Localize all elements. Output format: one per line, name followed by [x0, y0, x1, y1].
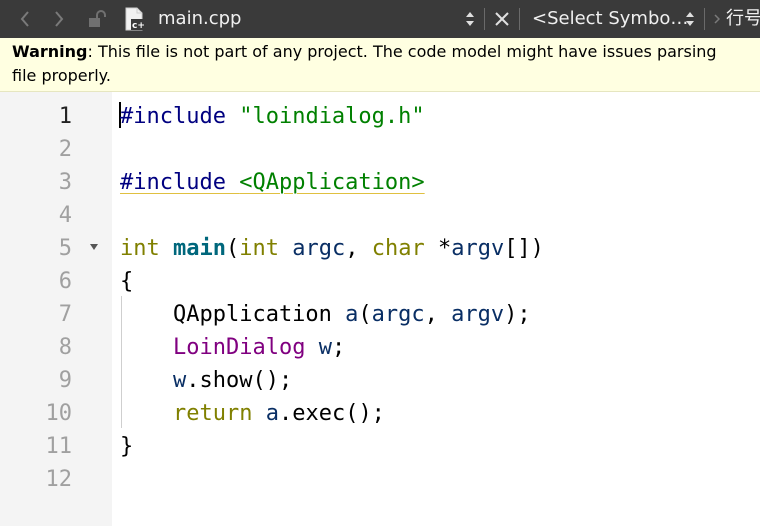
close-icon [495, 12, 509, 26]
code-token: , [345, 236, 372, 261]
line-number[interactable]: 3 [0, 166, 72, 199]
fold-toggle[interactable] [88, 230, 100, 263]
code-token: } [120, 434, 134, 459]
code-token: a [265, 401, 279, 426]
code-token: * [424, 236, 452, 261]
line-number[interactable]: 2 [0, 133, 72, 166]
line-number[interactable]: 7 [0, 298, 72, 331]
symbol-select-dropdown[interactable] [682, 0, 698, 38]
code-token: a [345, 302, 359, 327]
code-token: LoinDialog [172, 335, 306, 360]
code-line[interactable]: } [120, 430, 133, 463]
updown-icon [466, 12, 474, 26]
cpp-file-icon: c+ [125, 7, 145, 31]
toolbar-separator [519, 8, 520, 30]
warning-line-2: file properly. [12, 66, 111, 85]
code-token: main [173, 236, 226, 261]
code-line[interactable]: w.show(); [120, 364, 292, 397]
warning-label: Warning [12, 42, 88, 61]
editor-toolbar: c+ main.cpp <Select Symbo… 行号 [0, 0, 760, 38]
code-token: argv [451, 302, 505, 327]
chevron-left-icon [20, 11, 29, 27]
code-token: []) [504, 236, 544, 261]
file-select-dropdown[interactable] [462, 0, 478, 38]
code-token: int [120, 236, 160, 261]
go-back-button[interactable] [14, 0, 36, 38]
code-token: .exec(); [278, 401, 385, 426]
code-token: argc [371, 302, 425, 327]
line-number[interactable]: 12 [0, 463, 73, 496]
code-token: argv [451, 236, 505, 261]
code-token: #include [120, 170, 240, 195]
unlock-icon [89, 10, 106, 27]
code-editor[interactable]: 1 2 3 4 5 6 7 8 9 10 11 12 #include "loindialog.h" #… [0, 92, 760, 526]
code-token: QApplication [120, 302, 346, 327]
code-token: argc [292, 236, 346, 261]
code-line[interactable]: LoinDialog w; [120, 331, 345, 364]
warning-message: : This file is not part of any project. … [87, 42, 717, 61]
code-line[interactable]: QApplication a(argc, argv); [120, 298, 531, 331]
code-token: ); [504, 302, 531, 327]
file-lock-button[interactable] [84, 0, 110, 38]
line-number[interactable]: 9 [0, 364, 72, 397]
line-indicator-marker [712, 0, 722, 38]
warning-banner: Warning: This file is not part of any pr… [0, 38, 760, 92]
line-number[interactable]: 6 [0, 265, 72, 298]
file-name-label[interactable]: main.cpp [158, 0, 241, 38]
line-number[interactable]: 4 [0, 199, 72, 232]
file-type-indicator: c+ [120, 0, 148, 38]
code-line[interactable]: int main(int argc, char *argv[]) [120, 232, 544, 265]
warning-line-1: Warning: This file is not part of any pr… [12, 42, 717, 62]
code-token: "loindialog.h" [239, 104, 425, 129]
code-token: .show(); [186, 368, 293, 393]
code-token: int [239, 236, 279, 261]
line-number-gutter[interactable]: 1 2 3 4 5 6 7 8 9 10 11 12 [0, 92, 112, 526]
line-number[interactable]: 11 [0, 430, 73, 463]
line-number[interactable]: 8 [0, 331, 72, 364]
chevron-down-icon [90, 243, 98, 250]
code-token: #include [120, 104, 240, 129]
close-document-button[interactable] [490, 0, 514, 38]
line-number-label[interactable]: 行号 [726, 0, 760, 38]
toolbar-separator [484, 8, 485, 30]
code-token: ( [358, 302, 372, 327]
code-line[interactable]: #include "loindialog.h" [120, 100, 425, 133]
chevron-right-icon [714, 14, 720, 24]
code-token: return [172, 401, 253, 426]
code-token: w [172, 368, 187, 393]
line-number[interactable]: 10 [0, 397, 73, 430]
line-number[interactable]: 5 [0, 232, 72, 265]
code-token: , [424, 302, 452, 327]
code-token: w [318, 335, 332, 360]
line-number[interactable]: 1 [0, 100, 72, 133]
code-token: ( [225, 236, 240, 261]
toolbar-separator [704, 8, 705, 30]
svg-text:c+: c+ [132, 21, 145, 31]
symbol-select[interactable]: <Select Symbo… [532, 0, 688, 38]
code-token: <QApplication> [239, 170, 425, 195]
code-line[interactable]: #include <QApplication> [120, 166, 425, 199]
code-token: { [120, 269, 134, 294]
updown-icon [686, 12, 694, 26]
code-line[interactable]: return a.exec(); [120, 397, 385, 430]
code-line[interactable]: { [120, 265, 133, 298]
chevron-right-icon [55, 11, 64, 27]
go-forward-button[interactable] [48, 0, 70, 38]
code-token: ; [331, 335, 346, 360]
code-token: char [371, 236, 425, 261]
